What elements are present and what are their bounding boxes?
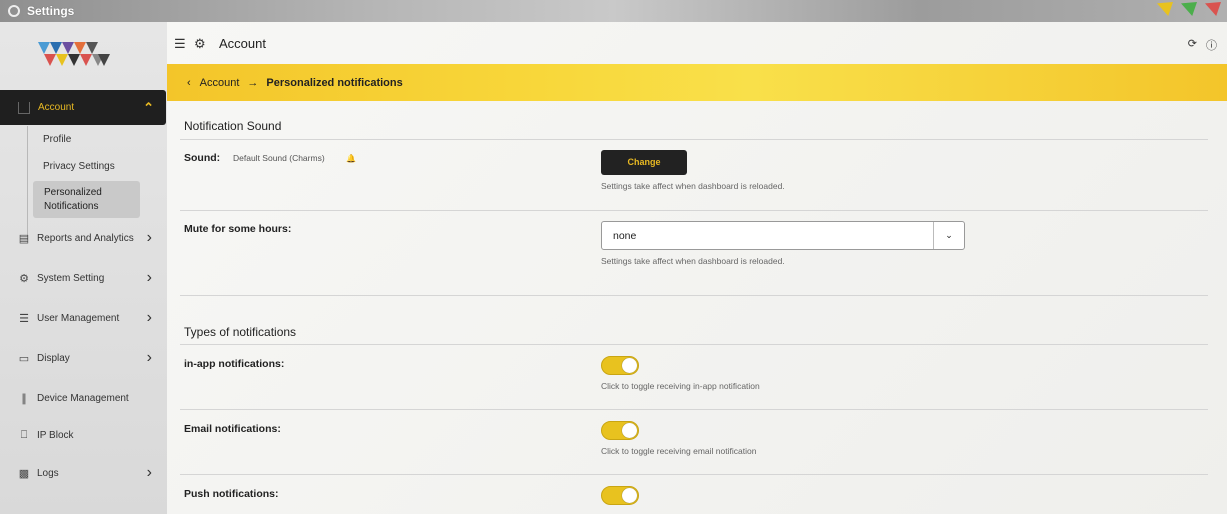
sound-value: Default Sound (Charms) xyxy=(233,153,325,163)
bell-icon[interactable]: 🔔 xyxy=(346,154,356,163)
green-flag-icon[interactable] xyxy=(1181,2,1197,16)
window-title: Settings xyxy=(27,4,75,18)
sidebar-item-label: Display xyxy=(37,352,70,364)
gear-icon: ⚙ xyxy=(19,272,29,285)
sidebar-item-label: Logs xyxy=(37,467,59,479)
chevron-down-icon[interactable]: ⌄ xyxy=(933,222,964,249)
chevron-left-icon[interactable]: ‹ xyxy=(187,77,191,89)
tray-icons xyxy=(1157,2,1221,16)
lock-icon: ⎕ xyxy=(20,428,28,441)
gear-icon: ⚙ xyxy=(194,35,206,51)
subitem-label-line2: Notifications xyxy=(44,201,99,212)
section-title-notification-sound: Notification Sound xyxy=(184,119,282,133)
sound-label: Sound: xyxy=(184,152,221,164)
main-content: ☰ ⚙ Account ⟳ ⓘ ‹ Account → Personalized… xyxy=(167,22,1227,514)
sliders-icon: ∥ xyxy=(21,392,27,405)
breadcrumb-parent[interactable]: Account xyxy=(200,77,240,89)
divider xyxy=(180,139,1208,140)
submenu-line xyxy=(27,126,28,240)
divider xyxy=(180,344,1208,345)
email-toggle[interactable] xyxy=(601,421,639,440)
report-icon: ▤ xyxy=(18,232,30,245)
page-title: Account xyxy=(219,36,266,51)
sidebar-item-label: Account xyxy=(38,102,75,113)
divider xyxy=(180,295,1208,296)
mute-label: Mute for some hours: xyxy=(184,223,292,235)
sidebar-item-user-management[interactable]: ☰ User Management › xyxy=(0,308,166,328)
mute-hint: Settings take affect when dashboard is r… xyxy=(601,256,785,266)
divider xyxy=(180,409,1208,410)
mute-hours-value: none xyxy=(613,229,637,242)
user-list-icon: ☰ xyxy=(19,312,29,325)
inapp-label: in-app notifications: xyxy=(184,358,285,370)
chevron-right-icon: › xyxy=(146,309,152,326)
document-icon: ▩ xyxy=(18,467,30,480)
divider xyxy=(180,474,1208,475)
chevron-right-icon: › xyxy=(146,349,152,366)
divider xyxy=(180,210,1208,211)
window-titlebar: Settings xyxy=(0,0,1227,22)
sidebar-subitem-privacy-settings[interactable]: Privacy Settings xyxy=(43,161,115,172)
sidebar-item-account[interactable]: Account ⌃ xyxy=(0,90,166,125)
sidebar: Account ⌃ Profile Privacy Settings Perso… xyxy=(0,22,167,514)
sidebar-item-display[interactable]: ▭ Display › xyxy=(0,348,166,368)
sidebar-item-label: IP Block xyxy=(37,429,74,441)
inapp-hint: Click to toggle receiving in-app notific… xyxy=(601,381,760,391)
yellow-flag-icon[interactable] xyxy=(1157,2,1173,16)
inapp-toggle[interactable] xyxy=(601,356,639,375)
sidebar-item-label: User Management xyxy=(37,312,120,324)
email-label: Email notifications: xyxy=(184,423,281,435)
toggle-knob xyxy=(622,423,637,438)
change-sound-button[interactable]: Change xyxy=(601,150,687,175)
sidebar-subitem-personalized-notifications[interactable]: Personalized Notifications xyxy=(33,181,140,218)
email-hint: Click to toggle receiving email notifica… xyxy=(601,446,757,456)
red-flag-icon[interactable] xyxy=(1205,2,1221,16)
push-label: Push notifications: xyxy=(184,488,279,500)
monitor-icon: ▭ xyxy=(18,352,30,365)
mute-hours-select[interactable]: none ⌄ xyxy=(601,221,965,250)
sidebar-item-label: Device Management xyxy=(37,392,129,404)
arrow-right-icon: → xyxy=(247,76,259,89)
chevron-right-icon: › xyxy=(146,229,152,246)
sidebar-item-reports-and-analytics[interactable]: ▤ Reports and Analytics › xyxy=(0,228,166,248)
sidebar-item-label: System Setting xyxy=(37,272,105,284)
section-title-types: Types of notifications xyxy=(184,325,297,339)
sidebar-item-system-setting[interactable]: ⚙ System Setting › xyxy=(0,268,166,288)
sidebar-item-label: Reports and Analytics xyxy=(37,232,134,244)
chevron-up-icon[interactable]: ⌃ xyxy=(143,100,154,116)
breadcrumb-current: Personalized notifications xyxy=(266,76,403,89)
chevron-right-icon: › xyxy=(146,464,152,481)
top-bar: ☰ ⚙ Account ⟳ ⓘ xyxy=(167,22,1227,65)
sidebar-subitem-profile[interactable]: Profile xyxy=(43,134,71,145)
breadcrumb: ‹ Account → Personalized notifications xyxy=(167,64,1227,101)
subitem-label-line1: Personalized xyxy=(44,187,102,198)
refresh-icon[interactable]: ⟳ xyxy=(1188,37,1197,53)
toggle-knob xyxy=(622,358,637,373)
sound-hint: Settings take affect when dashboard is r… xyxy=(601,181,785,191)
menu-icon[interactable]: ☰ xyxy=(174,36,188,52)
brand-logo xyxy=(38,42,110,66)
sidebar-item-logs[interactable]: ▩ Logs › xyxy=(0,463,166,483)
home-icon xyxy=(18,101,30,114)
settings-app-icon xyxy=(8,5,20,17)
toggle-knob xyxy=(622,488,637,503)
push-toggle[interactable] xyxy=(601,486,639,505)
help-icon[interactable]: ⓘ xyxy=(1206,37,1217,53)
chevron-right-icon: › xyxy=(146,269,152,286)
sidebar-item-device-management[interactable]: ∥ Device Management xyxy=(0,388,166,408)
sidebar-item-ip-block[interactable]: ⎕ IP Block xyxy=(0,425,166,445)
